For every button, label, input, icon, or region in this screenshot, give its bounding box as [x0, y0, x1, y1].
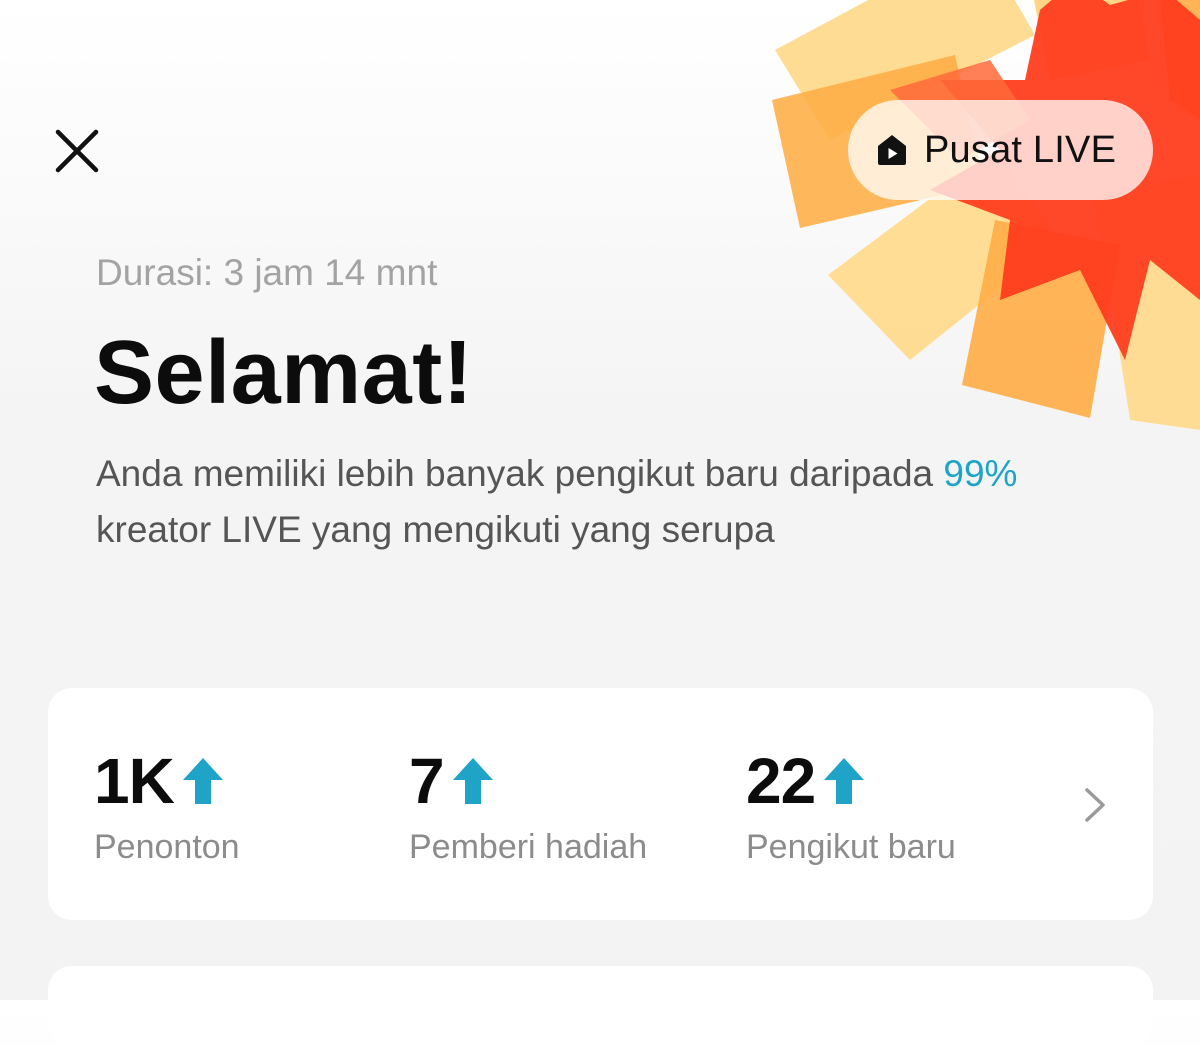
- description-text-start: Anda memiliki lebih banyak pengikut baru…: [96, 453, 944, 494]
- stat-value: 22: [746, 745, 816, 817]
- next-card: [48, 966, 1153, 1046]
- description-text-end: kreator LIVE yang mengikuti yang serupa: [96, 509, 775, 550]
- stat-viewers: 1K Penonton: [94, 748, 240, 867]
- page-title: Selamat!: [94, 323, 474, 423]
- session-duration: Durasi: 3 jam 14 mnt: [96, 252, 438, 293]
- stat-new-followers: 22 Pengikut baru: [746, 748, 956, 867]
- chevron-right-icon[interactable]: [1078, 785, 1112, 825]
- stat-gifters: 7 Pemberi hadiah: [409, 748, 647, 867]
- live-center-button[interactable]: Pusat LIVE: [848, 100, 1153, 200]
- celebration-burst-decoration: [772, 0, 1200, 430]
- arrow-up-icon: [180, 755, 226, 807]
- arrow-up-icon: [821, 755, 867, 807]
- live-center-label: Pusat LIVE: [924, 128, 1117, 171]
- highlight-percent: 99%: [943, 453, 1018, 494]
- stats-card[interactable]: 1K Penonton 7 Pemberi hadiah 22 Pengikut…: [48, 688, 1153, 920]
- stat-label: Penonton: [94, 828, 240, 866]
- stat-value: 1K: [94, 745, 175, 817]
- close-button[interactable]: [48, 122, 106, 180]
- close-icon: [55, 129, 99, 173]
- stat-label: Pengikut baru: [746, 828, 956, 866]
- summary-description: Anda memiliki lebih banyak pengikut baru…: [96, 446, 1106, 558]
- stat-value: 7: [409, 745, 445, 817]
- live-house-icon: [874, 132, 910, 168]
- stat-label: Pemberi hadiah: [409, 828, 648, 866]
- arrow-up-icon: [450, 755, 496, 807]
